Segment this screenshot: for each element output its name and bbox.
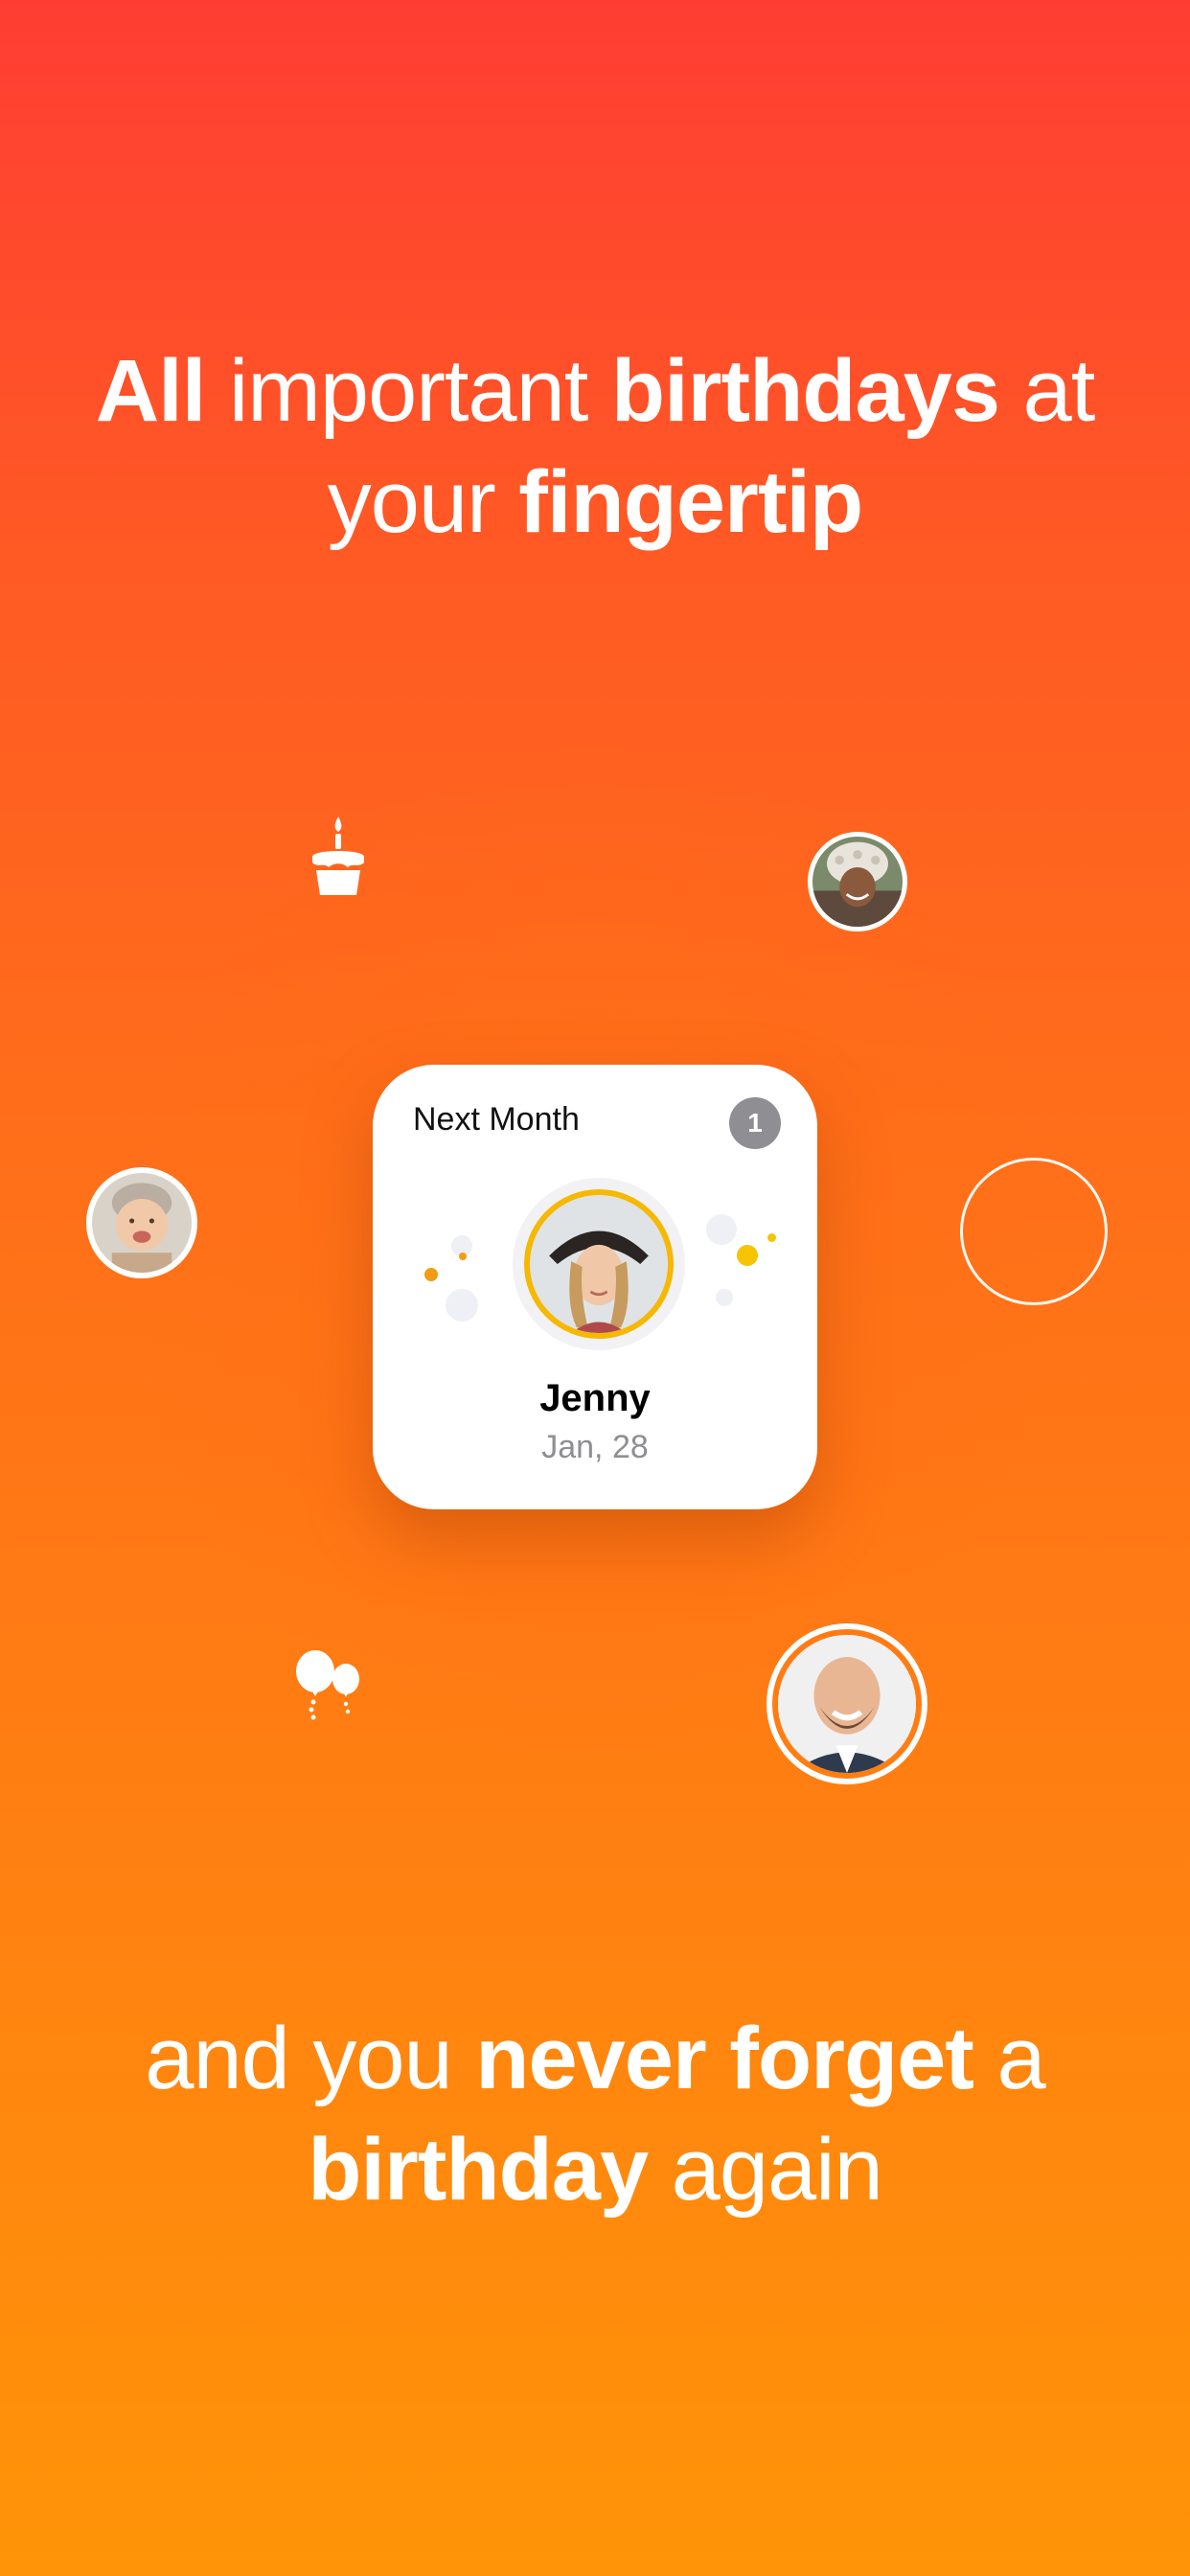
headline-top-line-1: All important birthdays at <box>0 335 1190 447</box>
headline-top-line-2: your fingertip <box>0 447 1190 558</box>
person-name: Jenny <box>539 1377 651 1419</box>
headline-segment: never forget <box>475 2010 974 2107</box>
cake-icon <box>309 815 368 897</box>
birthday-widget[interactable]: Next Month 1 Jenny Jan, 28 <box>373 1065 817 1509</box>
confetti-dot <box>737 1245 758 1266</box>
confetti-dot <box>459 1253 467 1260</box>
confetti-dot <box>716 1289 733 1306</box>
headline-segment: your <box>327 453 519 551</box>
headline-top: All important birthdays at your fingerti… <box>0 335 1190 558</box>
confetti-dot <box>424 1268 438 1281</box>
balloons-icon <box>292 1650 365 1725</box>
confetti-dot <box>767 1233 776 1242</box>
headline-segment: birthday <box>308 2121 649 2219</box>
headline-bottom: and you never forget a birthday again <box>0 2003 1190 2225</box>
headline-segment: birthdays <box>610 342 1000 440</box>
headline-bottom-line-1: and you never forget a <box>0 2003 1190 2114</box>
person-birthday-date: Jan, 28 <box>541 1429 649 1465</box>
headline-segment: All <box>95 342 229 440</box>
empty-avatar-ring <box>960 1158 1108 1305</box>
confetti-dot <box>706 1214 737 1245</box>
headline-segment: again <box>648 2121 883 2219</box>
avatar-elderly-woman <box>808 832 907 932</box>
count-badge: 1 <box>729 1097 781 1149</box>
widget-avatar-halo <box>513 1178 685 1350</box>
avatar-baby <box>86 1167 197 1278</box>
headline-segment: and you <box>145 2010 476 2107</box>
avatar-jenny[interactable] <box>524 1189 674 1339</box>
headline-bottom-line-2: birthday again <box>0 2114 1190 2225</box>
avatar-laughing-man <box>767 1623 927 1784</box>
headline-segment: fingertip <box>518 453 863 551</box>
headline-segment: important <box>228 342 611 440</box>
headline-segment: a <box>973 2010 1046 2107</box>
widget-title: Next Month <box>413 1101 580 1138</box>
headline-segment: at <box>998 342 1096 440</box>
confetti-dot <box>446 1289 478 1322</box>
